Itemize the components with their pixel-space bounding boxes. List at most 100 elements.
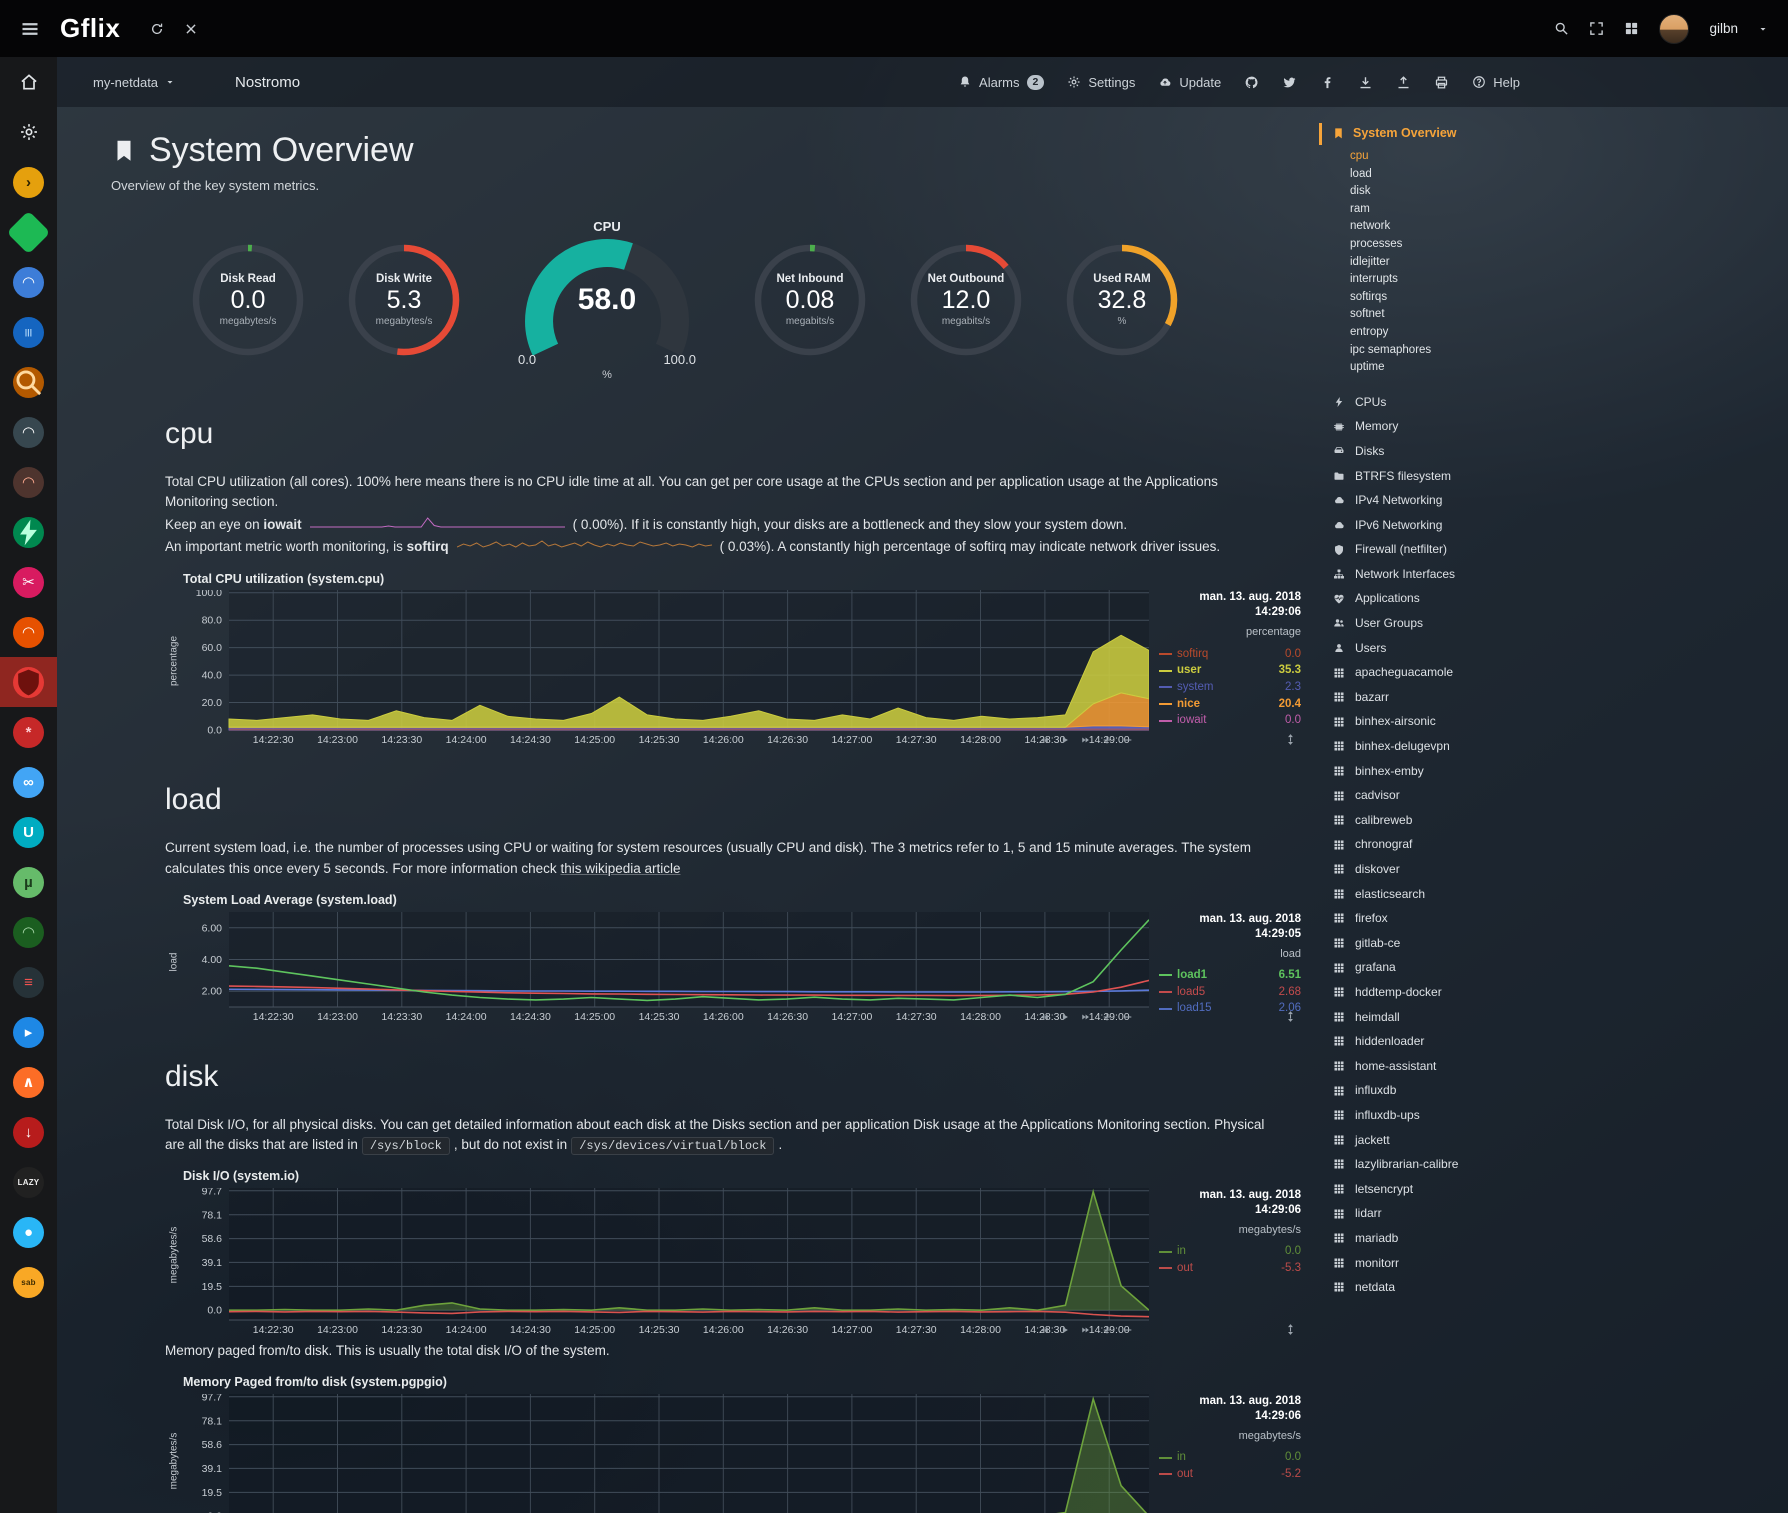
sidebar-app[interactable]: U [0,807,57,857]
sidebar-app[interactable]: µ [0,857,57,907]
alarms-button[interactable]: Alarms 2 [958,75,1044,90]
sidebar-app[interactable] [0,657,57,707]
nav-section-item[interactable]: bazarr [1332,685,1569,710]
zoom-in-icon[interactable] [1102,1012,1112,1022]
nav-section-item[interactable]: lidarr [1332,1201,1569,1226]
zoom-in-icon[interactable] [1102,1325,1112,1335]
facebook-icon[interactable] [1320,75,1335,90]
chart-load[interactable]: System Load Average (system.load)load14:… [165,891,1301,1024]
nav-section-item[interactable]: firefox [1332,906,1569,931]
legend-item[interactable]: load152.06 [1159,1000,1301,1017]
refresh-icon[interactable] [150,22,164,36]
twitter-icon[interactable] [1282,75,1297,90]
legend-item[interactable]: softirq0.0 [1159,646,1301,663]
nav-section-item[interactable]: Applications [1332,586,1569,611]
nav-section-item[interactable]: influxdb [1332,1078,1569,1103]
username[interactable]: gilbn [1709,21,1738,36]
nav-section-item[interactable]: User Groups [1332,611,1569,636]
sidebar-app[interactable]: ∞ [0,757,57,807]
pan-left-icon[interactable] [1039,735,1049,745]
nav-section-item[interactable]: binhex-delugevpn [1332,734,1569,759]
nav-subitem[interactable]: interrupts [1350,271,1569,289]
nav-section-item[interactable]: Memory [1332,414,1569,439]
sidebar-app[interactable]: ◠ [0,607,57,657]
sidebar-app[interactable]: * [0,707,57,757]
legend-item[interactable]: load16.51 [1159,967,1301,984]
sidebar-app[interactable] [0,207,57,257]
pan-left-icon[interactable] [1039,1325,1049,1335]
chart-resize-handle[interactable] [1284,1010,1297,1023]
sidebar-app[interactable]: ↓ [0,1107,57,1157]
server-dropdown[interactable]: my-netdata [85,71,183,94]
nav-section-item[interactable]: monitorr [1332,1251,1569,1276]
pan-right-icon[interactable] [1081,735,1091,745]
nav-section-item[interactable]: grafana [1332,955,1569,980]
chart-plot[interactable]: 14:22:3014:23:0014:23:3014:24:0014:24:30… [183,912,1149,1024]
zoom-out-icon[interactable] [1123,1325,1133,1335]
chart-memory-paged[interactable]: Memory Paged from/to disk (system.pgpgio… [165,1373,1301,1513]
legend-item[interactable]: out-5.2 [1159,1466,1301,1483]
nav-section-item[interactable]: influxdb-ups [1332,1103,1569,1128]
sidebar-settings[interactable] [0,107,57,157]
nav-section-item[interactable]: hiddenloader [1332,1029,1569,1054]
zoom-out-icon[interactable] [1123,735,1133,745]
sidebar-app[interactable]: ◠ [0,257,57,307]
nav-section-item[interactable]: elasticsearch [1332,882,1569,907]
nav-section-item[interactable]: heimdall [1332,1005,1569,1030]
chart-resize-handle[interactable] [1284,1323,1297,1336]
nav-section-item[interactable]: BTRFS filesystem [1332,464,1569,489]
update-button[interactable]: Update [1158,75,1221,90]
pan-right-icon[interactable] [1081,1012,1091,1022]
gauge-cpu[interactable]: CPU 58.0 0.0 100.0 % [501,219,713,381]
user-caret-down-icon[interactable] [1758,24,1768,34]
legend-item[interactable]: in0.0 [1159,1243,1301,1260]
legend-item[interactable]: iowait0.0 [1159,712,1301,729]
nav-section-item[interactable]: binhex-airsonic [1332,709,1569,734]
sidebar-app[interactable]: ◠ [0,457,57,507]
chart-plot[interactable]: 14:22:3014:23:0014:23:3014:24:0014:24:30… [183,1394,1149,1513]
chart-plot[interactable]: 14:22:3014:23:0014:23:3014:24:0014:24:30… [183,590,1149,747]
search-icon[interactable] [1554,21,1569,36]
nav-subitem[interactable]: uptime [1350,359,1569,377]
nav-section-item[interactable]: apacheguacamole [1332,660,1569,685]
legend-item[interactable]: system2.3 [1159,679,1301,696]
nav-section-item[interactable]: binhex-emby [1332,759,1569,784]
nav-section-item[interactable]: Network Interfaces [1332,562,1569,587]
nav-subitem[interactable]: ipc semaphores [1350,342,1569,360]
nav-subitem[interactable]: network [1350,218,1569,236]
nav-system-overview[interactable]: System Overview [1319,123,1569,145]
sidebar-home[interactable] [0,57,57,107]
import-snapshot-icon[interactable] [1396,75,1411,90]
gauge-net-inbound[interactable]: Net Inbound 0.08 megabits/s [751,241,869,359]
nav-section-item[interactable]: cadvisor [1332,783,1569,808]
menu-icon[interactable] [20,19,40,39]
sidebar-app[interactable] [0,357,57,407]
nav-section-item[interactable]: chronograf [1332,832,1569,857]
nav-section-item[interactable]: Disks [1332,439,1569,464]
nav-subitem[interactable]: ram [1350,201,1569,219]
hostname[interactable]: Nostromo [235,74,300,91]
nav-section-item[interactable]: gitlab-ce [1332,931,1569,956]
nav-section-item[interactable]: Firewall (netfilter) [1332,537,1569,562]
print-icon[interactable] [1434,75,1449,90]
nav-section-item[interactable]: letsencrypt [1332,1177,1569,1202]
nav-section-item[interactable]: mariadb [1332,1226,1569,1251]
chart-resize-handle[interactable] [1284,733,1297,746]
chart-cpu[interactable]: Total CPU utilization (system.cpu)percen… [165,570,1301,748]
sidebar-app[interactable]: ≡ [0,957,57,1007]
apps-grid-icon[interactable] [1624,21,1639,36]
zoom-in-icon[interactable] [1102,735,1112,745]
gauge-net-outbound[interactable]: Net Outbound 12.0 megabits/s [907,241,1025,359]
nav-subitem[interactable]: disk [1350,183,1569,201]
settings-button[interactable]: Settings [1067,75,1135,90]
sidebar-app[interactable]: ✂ [0,557,57,607]
nav-subitem[interactable]: entropy [1350,324,1569,342]
play-icon[interactable] [1060,735,1070,745]
sidebar-app[interactable] [0,507,57,557]
nav-section-item[interactable]: calibreweb [1332,808,1569,833]
sidebar-app[interactable]: ● [0,1207,57,1257]
sidebar-app[interactable]: ◠ [0,407,57,457]
nav-section-item[interactable]: netdata [1332,1275,1569,1300]
sidebar-app[interactable]: › [0,157,57,207]
nav-section-item[interactable]: jackett [1332,1128,1569,1153]
